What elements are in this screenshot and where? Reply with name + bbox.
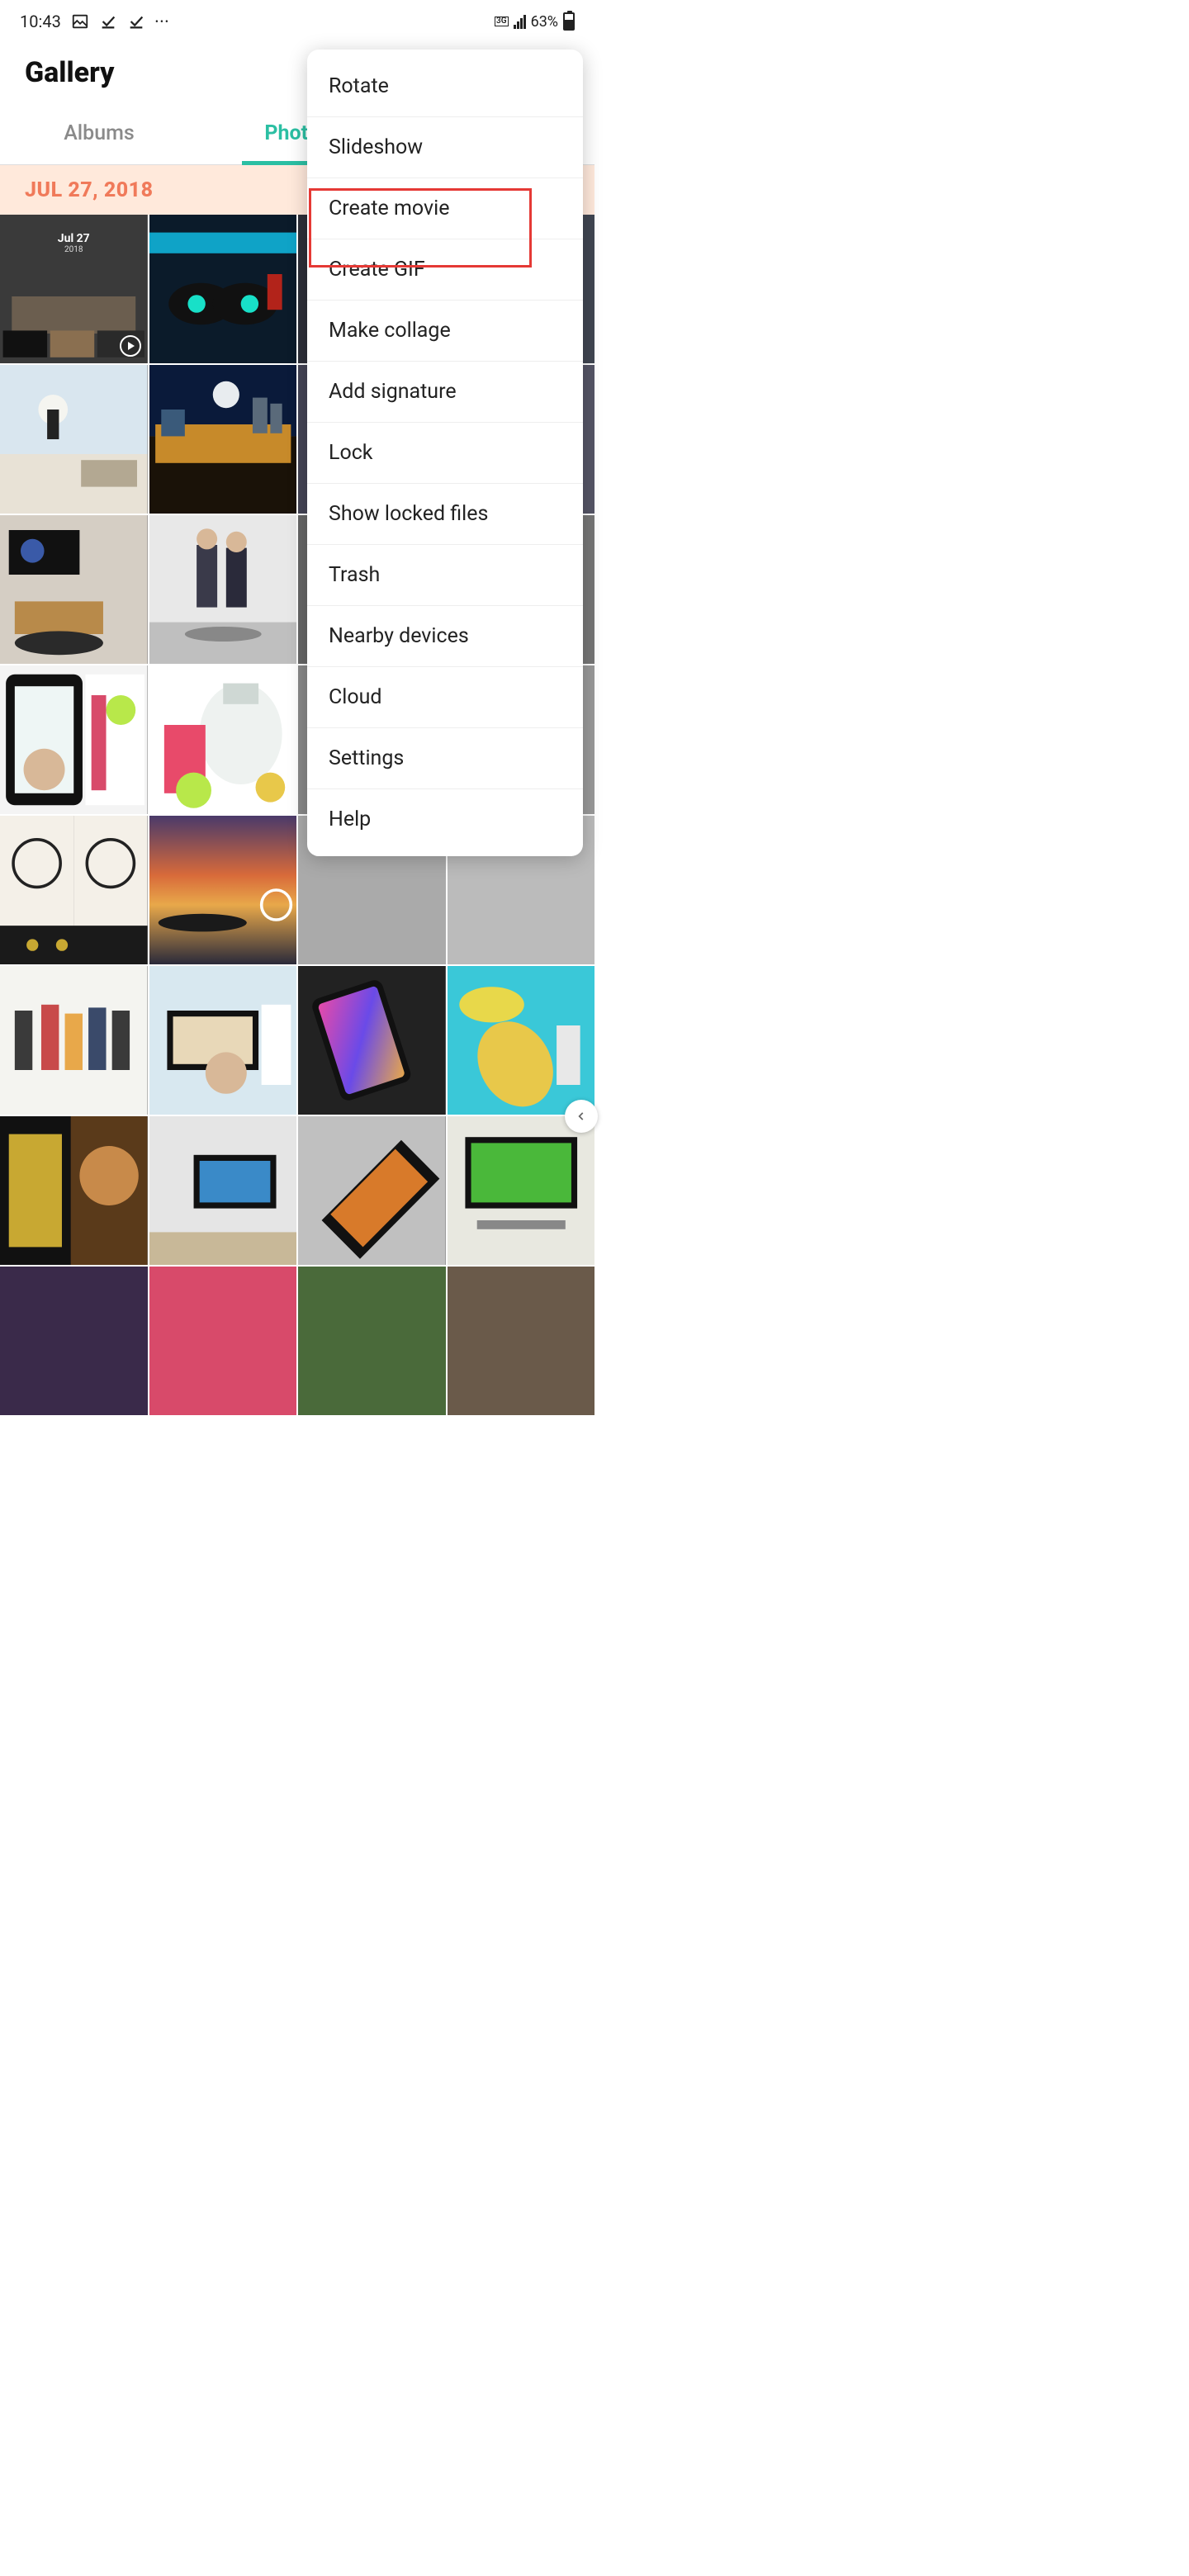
menu-item-add-signature[interactable]: Add signature xyxy=(307,362,583,423)
photo-thumbnail[interactable]: Jul 272018 xyxy=(0,215,148,363)
menu-item-make-collage[interactable]: Make collage xyxy=(307,301,583,362)
photo-thumbnail[interactable] xyxy=(0,1116,148,1265)
signal-icon xyxy=(514,14,526,29)
status-right: 3G 63% xyxy=(495,12,575,31)
photo-thumbnail[interactable] xyxy=(149,365,297,514)
photo-thumbnail[interactable] xyxy=(0,966,148,1115)
thumbnail-date-overlay: Jul 272018 xyxy=(58,233,90,256)
photo-thumbnail[interactable] xyxy=(0,1267,148,1415)
menu-item-rotate[interactable]: Rotate xyxy=(307,56,583,117)
menu-item-trash[interactable]: Trash xyxy=(307,545,583,606)
photo-thumbnail[interactable] xyxy=(149,1116,297,1265)
menu-item-settings[interactable]: Settings xyxy=(307,728,583,789)
play-icon xyxy=(120,335,141,357)
photo-thumbnail[interactable] xyxy=(149,665,297,814)
battery-icon xyxy=(563,12,575,31)
photo-thumbnail[interactable] xyxy=(0,515,148,664)
photo-thumbnail[interactable] xyxy=(149,215,297,363)
battery-percent: 63% xyxy=(531,13,558,31)
download-done-icon xyxy=(99,12,117,31)
photo-thumbnail[interactable] xyxy=(448,1116,595,1265)
menu-item-create-movie[interactable]: Create movie xyxy=(307,178,583,239)
photo-thumbnail[interactable] xyxy=(298,1116,446,1265)
photo-thumbnail[interactable] xyxy=(0,816,148,964)
photo-thumbnail[interactable] xyxy=(149,816,297,964)
image-icon xyxy=(71,12,89,31)
menu-item-nearby-devices[interactable]: Nearby devices xyxy=(307,606,583,667)
photo-thumbnail[interactable] xyxy=(298,966,446,1115)
photo-thumbnail[interactable] xyxy=(448,966,595,1115)
photo-thumbnail[interactable] xyxy=(448,1267,595,1415)
status-time: 10:43 xyxy=(20,12,61,31)
tab-albums-label: Albums xyxy=(64,121,135,145)
status-left: 10:43 ••• xyxy=(20,12,170,31)
menu-item-slideshow[interactable]: Slideshow xyxy=(307,117,583,178)
menu-item-show-locked[interactable]: Show locked files xyxy=(307,484,583,545)
menu-item-help[interactable]: Help xyxy=(307,789,583,850)
status-bar: 10:43 ••• 3G 63% xyxy=(0,0,594,43)
photo-thumbnail[interactable] xyxy=(0,365,148,514)
menu-item-cloud[interactable]: Cloud xyxy=(307,667,583,728)
photo-thumbnail[interactable] xyxy=(0,665,148,814)
photo-thumbnail[interactable] xyxy=(298,1267,446,1415)
tab-albums[interactable]: Albums xyxy=(0,102,198,164)
page-title: Gallery xyxy=(25,56,114,89)
download-done-icon xyxy=(127,12,145,31)
photo-thumbnail[interactable] xyxy=(149,515,297,664)
photo-thumbnail[interactable] xyxy=(149,966,297,1115)
overflow-menu: Rotate Slideshow Create movie Create GIF… xyxy=(307,50,583,856)
photo-thumbnail[interactable] xyxy=(149,1267,297,1415)
menu-item-create-gif[interactable]: Create GIF xyxy=(307,239,583,301)
fast-scroll-handle[interactable] xyxy=(565,1100,598,1133)
more-notifications-icon: ••• xyxy=(155,16,170,27)
network-type-badge: 3G xyxy=(495,17,509,26)
menu-item-lock[interactable]: Lock xyxy=(307,423,583,484)
date-group-label: JUL 27, 2018 xyxy=(25,178,154,202)
